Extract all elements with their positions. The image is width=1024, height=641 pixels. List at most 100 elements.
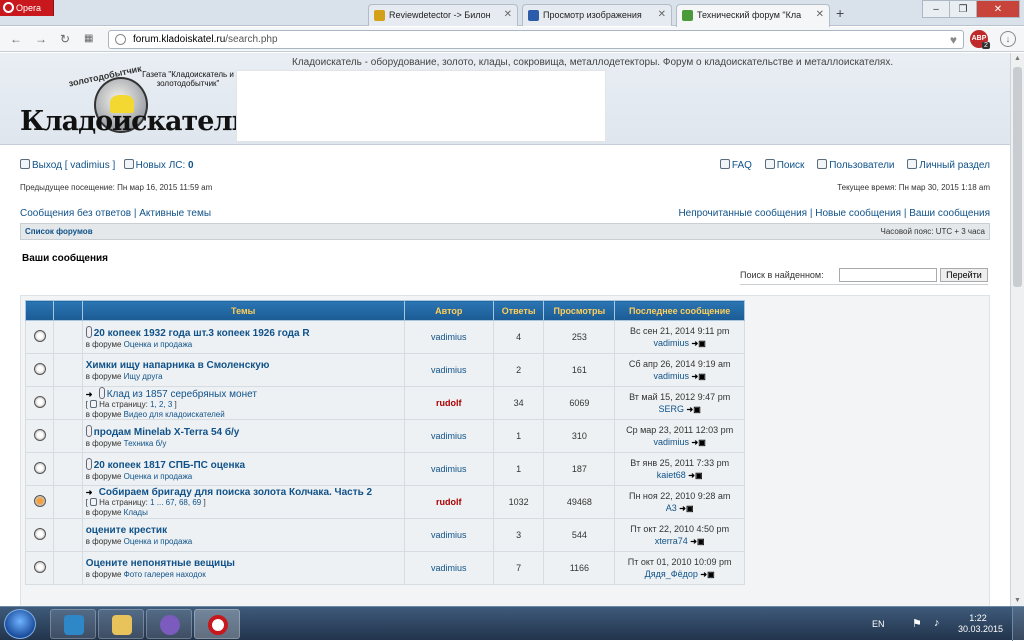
- newest-post-icon[interactable]: ➜: [86, 391, 97, 399]
- taskbar-explorer[interactable]: [98, 609, 144, 639]
- own-posts-link[interactable]: Ваши сообщения: [909, 208, 990, 219]
- new-pm-link[interactable]: Новых ЛС: 0: [136, 160, 194, 171]
- topic-title-link[interactable]: продам Minelab X-Terra 54 б/у: [94, 427, 240, 438]
- site-logo[interactable]: золотодобытчик Газета "Кладоискатель и з…: [20, 63, 250, 143]
- close-icon[interactable]: ✕: [504, 5, 512, 25]
- goto-last-post-icon[interactable]: ➜▣: [688, 471, 702, 480]
- page-links[interactable]: 1, 2, 3: [150, 400, 172, 409]
- new-tab-button[interactable]: +: [836, 5, 844, 21]
- topic-icon-cell: [53, 320, 83, 354]
- page-icon: [90, 498, 98, 506]
- forum-link[interactable]: Оценка и продажа: [124, 537, 193, 546]
- unanswered-link[interactable]: Сообщения без ответов: [20, 208, 131, 219]
- page-links[interactable]: 1 ... 67, 68, 69: [150, 498, 201, 507]
- goto-last-post-icon[interactable]: ➜▣: [700, 570, 714, 579]
- scroll-thumb[interactable]: [1013, 67, 1022, 287]
- speed-dial-icon[interactable]: ▦: [84, 32, 93, 46]
- members-link[interactable]: Пользователи: [829, 160, 894, 171]
- address-field[interactable]: forum.kladoiskatel.ru/search.php ♥: [108, 30, 964, 49]
- last-post-user[interactable]: vadimius: [654, 371, 690, 381]
- last-post-user[interactable]: Дядя_Фёдор: [645, 569, 698, 579]
- tab-reviewdetector[interactable]: Reviewdetector -> Билон ✕: [368, 4, 518, 26]
- table-row: 20 копеек 1932 года шт.3 копеек 1926 год…: [24, 320, 745, 354]
- topic-title-link[interactable]: Оцените непонятные вещицы: [86, 558, 235, 569]
- ucp-link[interactable]: Личный раздел: [919, 160, 990, 171]
- address-toolbar: ← → ↻ ▦ forum.kladoiskatel.ru/search.php…: [0, 27, 1024, 52]
- forum-link[interactable]: Оценка и продажа: [124, 340, 193, 349]
- opera-menu-button[interactable]: Opera: [0, 0, 54, 16]
- last-post-user[interactable]: kaiet68: [657, 470, 686, 480]
- forward-icon[interactable]: →: [35, 32, 47, 46]
- newest-post-icon[interactable]: ➜: [86, 489, 97, 497]
- author-link[interactable]: vadimius: [403, 551, 494, 585]
- search-within-input[interactable]: [839, 268, 937, 282]
- author-link[interactable]: vadimius: [403, 452, 494, 486]
- author-link[interactable]: vadimius: [403, 353, 494, 387]
- volume-icon[interactable]: ♪: [934, 617, 940, 629]
- scroll-up-icon[interactable]: ▲: [1013, 55, 1022, 62]
- faq-link[interactable]: FAQ: [732, 160, 752, 171]
- last-post-user[interactable]: SERG: [659, 404, 685, 414]
- unread-link[interactable]: Непрочитанные сообщения: [678, 208, 807, 219]
- topic-title-link[interactable]: 20 копеек 1817 СПБ-ПС оценка: [94, 460, 245, 471]
- reload-icon[interactable]: ↻: [60, 32, 70, 46]
- last-post-user[interactable]: vadimius: [654, 338, 690, 348]
- new-posts-link[interactable]: Новые сообщения: [815, 208, 901, 219]
- forum-link[interactable]: Фото галерея находок: [124, 570, 206, 579]
- tab-forum[interactable]: Технический форум "Кла ✕: [676, 4, 830, 27]
- scroll-down-icon[interactable]: ▼: [1013, 597, 1022, 604]
- forum-link[interactable]: Оценка и продажа: [124, 472, 193, 481]
- last-post-user[interactable]: vadimius: [654, 437, 690, 447]
- maximize-icon[interactable]: ❐: [949, 0, 977, 18]
- author-link[interactable]: vadimius: [403, 518, 494, 552]
- active-topics-link[interactable]: Активные темы: [139, 208, 211, 219]
- topic-pagination: [ На страницу: 1, 2, 3 ]: [85, 400, 177, 409]
- last-post-cell: Вс сен 21, 2014 9:11 pm vadimius ➜▣: [614, 320, 745, 354]
- taskbar-app-1[interactable]: [50, 609, 96, 639]
- goto-last-post-icon[interactable]: ➜▣: [687, 405, 701, 414]
- author-link[interactable]: vadimius: [403, 419, 494, 453]
- action-center-flag-icon[interactable]: ⚑: [912, 617, 922, 630]
- members-icon: [817, 159, 828, 169]
- attachment-icon: [85, 325, 92, 338]
- last-post-user[interactable]: A3: [666, 503, 677, 513]
- goto-last-post-icon[interactable]: ➜▣: [692, 438, 706, 447]
- author-link[interactable]: rudolf: [403, 485, 494, 519]
- topic-title-link[interactable]: 20 копеек 1932 года шт.3 копеек 1926 год…: [94, 328, 310, 339]
- search-link[interactable]: Поиск: [777, 160, 805, 171]
- window-close-icon[interactable]: ✕: [976, 0, 1020, 18]
- tab-image-view[interactable]: Просмотр изображения ✕: [522, 4, 672, 26]
- goto-last-post-icon[interactable]: ➜▣: [679, 504, 693, 513]
- forum-index-link[interactable]: Список форумов: [25, 227, 93, 236]
- goto-last-post-icon[interactable]: ➜▣: [692, 339, 706, 348]
- logout-link[interactable]: Выход [ vadimius ]: [32, 160, 115, 171]
- last-post-user[interactable]: xterra74: [655, 536, 688, 546]
- views-count: 253: [543, 320, 616, 354]
- downloads-icon[interactable]: ↓: [1000, 31, 1016, 47]
- vertical-scrollbar[interactable]: ▲ ▼: [1010, 53, 1024, 606]
- close-icon[interactable]: ✕: [816, 5, 824, 25]
- taskbar-viber[interactable]: [146, 609, 192, 639]
- topic-title-link[interactable]: Химки ищу напарника в Смоленскую: [86, 360, 270, 371]
- goto-last-post-icon[interactable]: ➜▣: [690, 537, 704, 546]
- go-button[interactable]: Перейти: [940, 268, 988, 282]
- bookmark-heart-icon[interactable]: ♥: [950, 32, 957, 49]
- start-button[interactable]: [4, 609, 36, 639]
- taskbar-opera[interactable]: [194, 609, 240, 639]
- topic-title-link[interactable]: Собираем бригаду для поиска золота Колча…: [99, 487, 372, 498]
- author-link[interactable]: rudolf: [403, 386, 494, 420]
- forum-link[interactable]: Техника б/у: [124, 439, 167, 448]
- topic-title-link[interactable]: оцените крестик: [86, 525, 167, 536]
- topic-title-link[interactable]: Клад из 1857 серебряных монет: [107, 389, 257, 400]
- forum-link[interactable]: Видео для кладоискателей: [124, 410, 225, 419]
- back-icon[interactable]: ←: [10, 32, 22, 46]
- goto-last-post-icon[interactable]: ➜▣: [692, 372, 706, 381]
- close-icon[interactable]: ✕: [658, 5, 666, 25]
- show-desktop-button[interactable]: [1012, 607, 1024, 641]
- author-link[interactable]: vadimius: [403, 320, 494, 354]
- forum-link[interactable]: Клады: [124, 508, 148, 517]
- minimize-icon[interactable]: –: [922, 0, 950, 18]
- clock[interactable]: 1:22 30.03.2015: [958, 613, 1003, 635]
- language-indicator[interactable]: EN: [872, 619, 885, 629]
- forum-link[interactable]: Ищу друга: [124, 372, 163, 381]
